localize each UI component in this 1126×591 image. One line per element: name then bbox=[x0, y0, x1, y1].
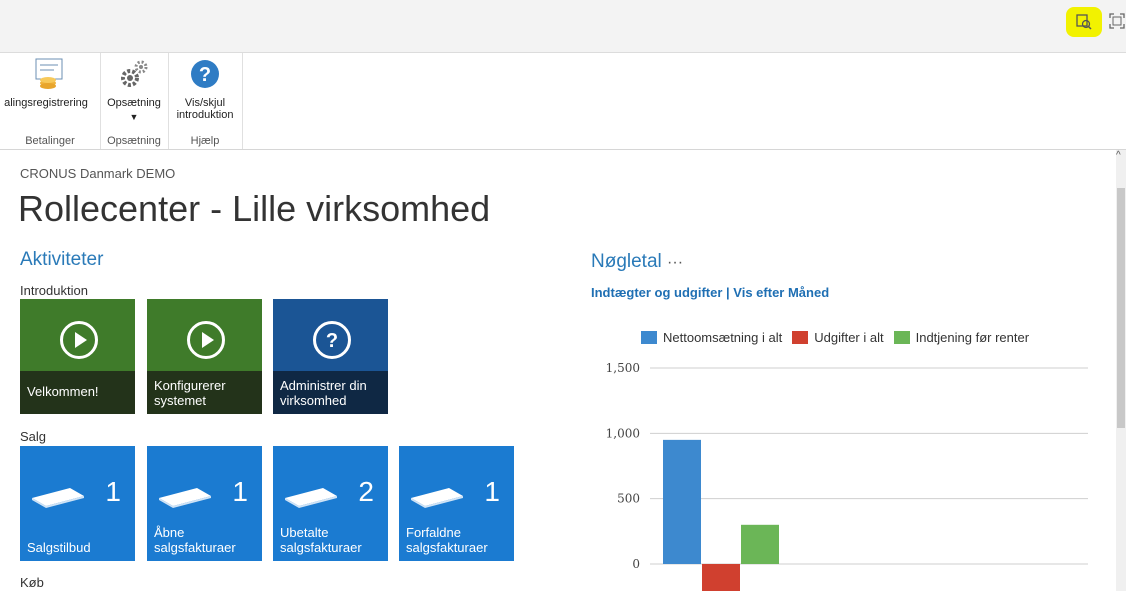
setup-button[interactable]: Opsætning ▼ bbox=[100, 57, 168, 123]
top-bar bbox=[0, 0, 1126, 53]
tile-configure-system[interactable]: Konfigurerer systemet bbox=[147, 299, 262, 414]
fullscreen-icon[interactable] bbox=[1106, 10, 1126, 32]
company-name: CRONUS Danmark DEMO bbox=[20, 166, 176, 181]
legend-item[interactable]: Indtjening før renter bbox=[893, 330, 1029, 345]
document-stack-icon bbox=[159, 488, 211, 508]
income-expense-chart: 1,500 1,000 500 0 bbox=[606, 361, 1088, 591]
scrollbar-thumb[interactable] bbox=[1117, 188, 1125, 428]
legend-item[interactable]: Udgifter i alt bbox=[792, 330, 884, 345]
y-tick-label: 500 bbox=[617, 492, 640, 506]
sales-heading: Salg bbox=[20, 429, 47, 444]
ribbon-group-opsaetning: Opsætning ▼ Opsætning bbox=[100, 53, 169, 149]
kpi-chart-link[interactable]: Indtægter og udgifter | Vis efter Måned bbox=[591, 285, 829, 300]
svg-text:?: ? bbox=[326, 330, 338, 352]
ribbon-group-label: Hjælp bbox=[190, 135, 220, 147]
tile-sales-quotes[interactable]: 1 Salgstilbud bbox=[20, 446, 135, 561]
play-icon bbox=[187, 321, 225, 359]
tile-open-sales-invoices[interactable]: 1 Åbne salgsfakturaer bbox=[147, 446, 262, 561]
ribbon-group-label: Betalinger bbox=[25, 135, 75, 147]
tile-welcome[interactable]: Velkommen! bbox=[20, 299, 135, 414]
ribbon: alingsregistrering Betalinger Opsætning … bbox=[0, 53, 1126, 150]
gears-icon bbox=[121, 60, 148, 87]
toggle-introduction-button[interactable]: ? Vis/skjul introduktion bbox=[168, 57, 242, 121]
activities-heading[interactable]: Aktiviteter bbox=[20, 249, 103, 271]
document-stack-icon bbox=[285, 488, 337, 508]
content-area: CRONUS Danmark DEMO Rollecenter - Lille … bbox=[0, 150, 1116, 591]
kpi-heading[interactable]: Nøgletal ··· bbox=[591, 251, 683, 273]
dropdown-arrow-icon: ▼ bbox=[129, 112, 139, 122]
chart-bar[interactable] bbox=[663, 439, 701, 564]
y-tick-label: 1,000 bbox=[606, 426, 640, 440]
purchase-heading: Køb bbox=[20, 575, 44, 590]
vertical-scrollbar[interactable]: ^ bbox=[1116, 150, 1126, 591]
legend-item[interactable]: Nettoomsætning i alt bbox=[641, 330, 782, 345]
help-icon: ? bbox=[191, 60, 219, 88]
page-title: Rollecenter - Lille virksomhed bbox=[18, 188, 491, 229]
help-icon: ? bbox=[313, 321, 351, 359]
document-stack-icon bbox=[32, 488, 84, 508]
tile-overdue-sales-invoices[interactable]: 1 Forfaldne salgsfakturaer bbox=[399, 446, 514, 561]
payment-registration-icon bbox=[35, 58, 63, 89]
chart-legend: Nettoomsætning i alt Udgifter i alt Indt… bbox=[641, 330, 1039, 345]
svg-text:?: ? bbox=[199, 64, 211, 86]
y-tick-label: 0 bbox=[632, 557, 640, 571]
play-icon bbox=[60, 321, 98, 359]
document-stack-icon bbox=[411, 488, 463, 508]
copy-search-icon[interactable] bbox=[1066, 7, 1102, 37]
scroll-up-icon[interactable]: ^ bbox=[1116, 150, 1121, 161]
ribbon-group-label: Opsætning bbox=[107, 135, 161, 147]
tile-manage-business[interactable]: ? Administrer din virksomhed bbox=[273, 299, 388, 414]
y-tick-label: 1,500 bbox=[606, 361, 640, 375]
introduction-heading: Introduktion bbox=[20, 283, 88, 298]
ribbon-group-betalinger: alingsregistrering Betalinger bbox=[0, 53, 101, 149]
ribbon-group-hjaelp: ? Vis/skjul introduktion Hjælp bbox=[168, 53, 243, 149]
chart-bar[interactable] bbox=[702, 564, 740, 591]
chart-bar[interactable] bbox=[741, 524, 779, 564]
payment-registration-button[interactable]: alingsregistrering bbox=[0, 57, 100, 109]
tile-unpaid-sales-invoices[interactable]: 2 Ubetalte salgsfakturaer bbox=[273, 446, 388, 561]
more-options-icon[interactable]: ··· bbox=[667, 254, 683, 271]
